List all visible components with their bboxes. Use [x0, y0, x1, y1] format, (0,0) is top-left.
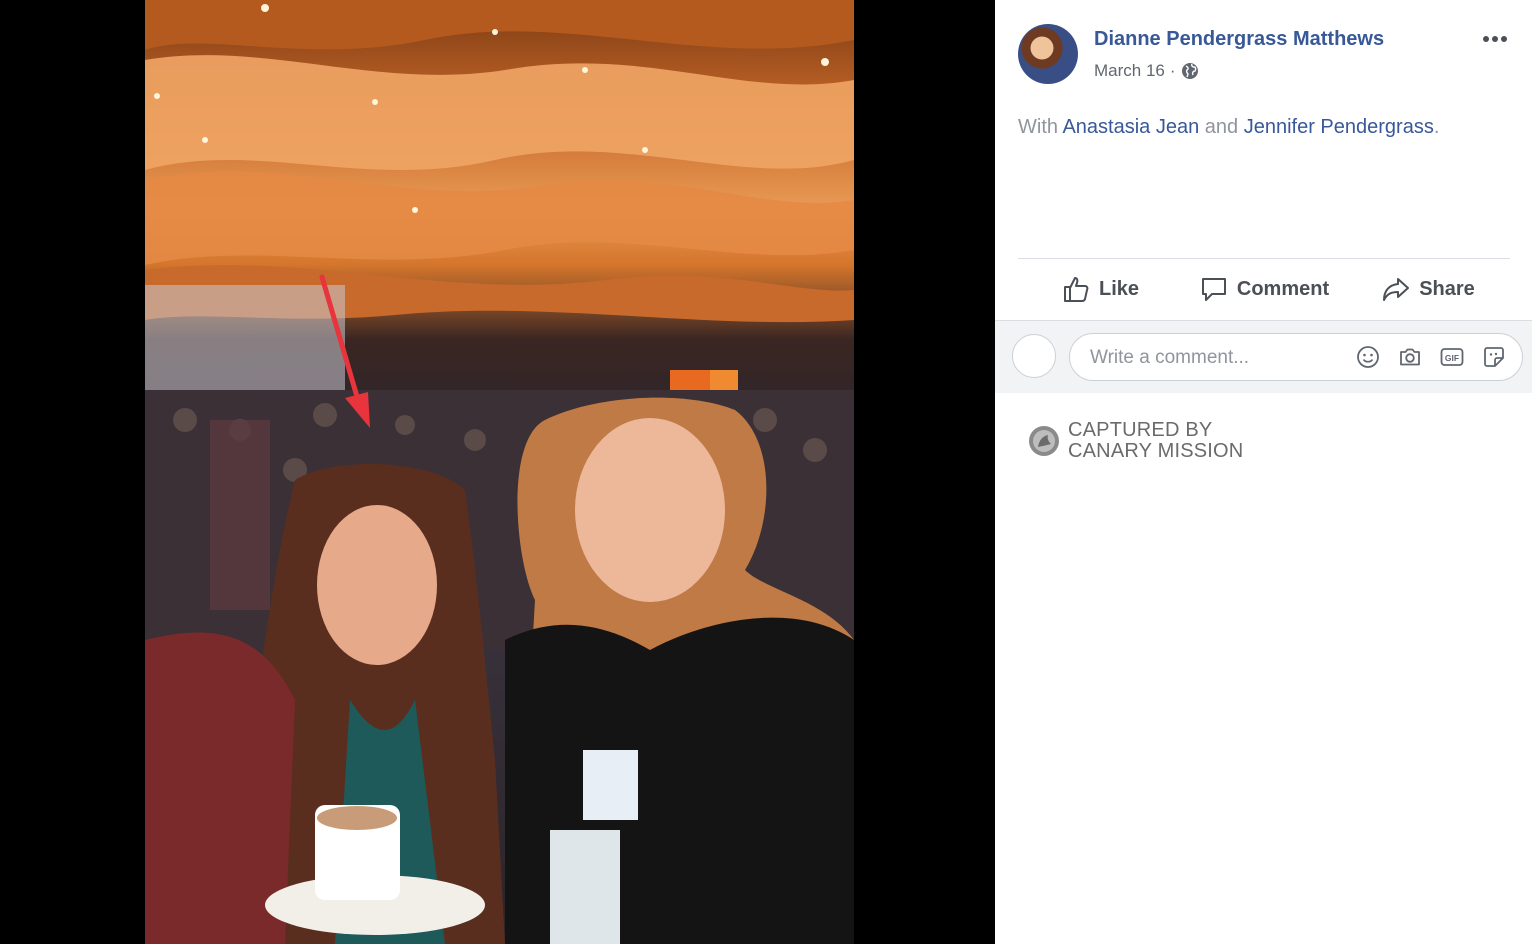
- author-avatar[interactable]: [1018, 24, 1078, 84]
- post-panel: Dianne Pendergrass Matthews March 16 · W…: [995, 0, 1532, 944]
- post-meta: March 16 ·: [1094, 61, 1199, 81]
- tagged-people: With Anastasia Jean and Jennifer Penderg…: [1018, 116, 1439, 139]
- more-options-icon[interactable]: [1480, 28, 1510, 50]
- globe-icon[interactable]: [1181, 62, 1199, 80]
- canary-bird-icon: [1029, 426, 1059, 456]
- canary-mission-watermark: CAPTURED BY CANARY MISSION: [1028, 420, 1243, 462]
- with-end: .: [1433, 116, 1440, 138]
- like-label: Like: [1098, 277, 1140, 300]
- watermark-line-1: CAPTURED BY: [1068, 419, 1213, 441]
- gif-icon-label: GIF: [1445, 353, 1459, 363]
- photo-illustration: [145, 0, 854, 944]
- comment-input[interactable]: [1088, 334, 1342, 382]
- with-prefix: With: [1018, 116, 1058, 138]
- comment-label: Comment: [1236, 277, 1330, 300]
- post-actions: Like Comment Share: [1018, 262, 1510, 316]
- photo-viewer: [0, 0, 995, 944]
- emoji-icon[interactable]: [1356, 345, 1380, 369]
- actions-divider: [1018, 258, 1510, 259]
- comment-icons: GIF: [1356, 345, 1506, 369]
- watermark-line-2: CANARY MISSION: [1068, 440, 1244, 462]
- author-name-link[interactable]: Dianne Pendergrass Matthews: [1094, 28, 1384, 51]
- share-button[interactable]: Share: [1346, 262, 1510, 316]
- watermark-text: CAPTURED BY CANARY MISSION: [1068, 420, 1243, 462]
- gif-icon[interactable]: GIF: [1440, 345, 1464, 369]
- comment-button[interactable]: Comment: [1182, 262, 1346, 316]
- with-and: and: [1204, 116, 1239, 138]
- tagged-person-link[interactable]: Jennifer Pendergrass: [1244, 116, 1434, 138]
- thumbs-up-icon: [1063, 277, 1089, 302]
- comment-bubble-icon: [1201, 278, 1226, 301]
- post-date[interactable]: March 16: [1094, 61, 1165, 81]
- tagged-person-link[interactable]: Anastasia Jean: [1062, 116, 1199, 138]
- comment-composer: GIF: [995, 320, 1532, 393]
- meta-separator: ·: [1169, 61, 1176, 80]
- share-arrow-icon: [1383, 278, 1410, 301]
- comment-box: GIF: [1069, 333, 1523, 382]
- like-button[interactable]: Like: [1018, 262, 1182, 316]
- share-label: Share: [1419, 277, 1475, 300]
- viewer-avatar: [1012, 334, 1056, 378]
- camera-icon[interactable]: [1398, 345, 1422, 369]
- sticker-icon[interactable]: [1482, 345, 1506, 369]
- post-photo[interactable]: [145, 0, 854, 944]
